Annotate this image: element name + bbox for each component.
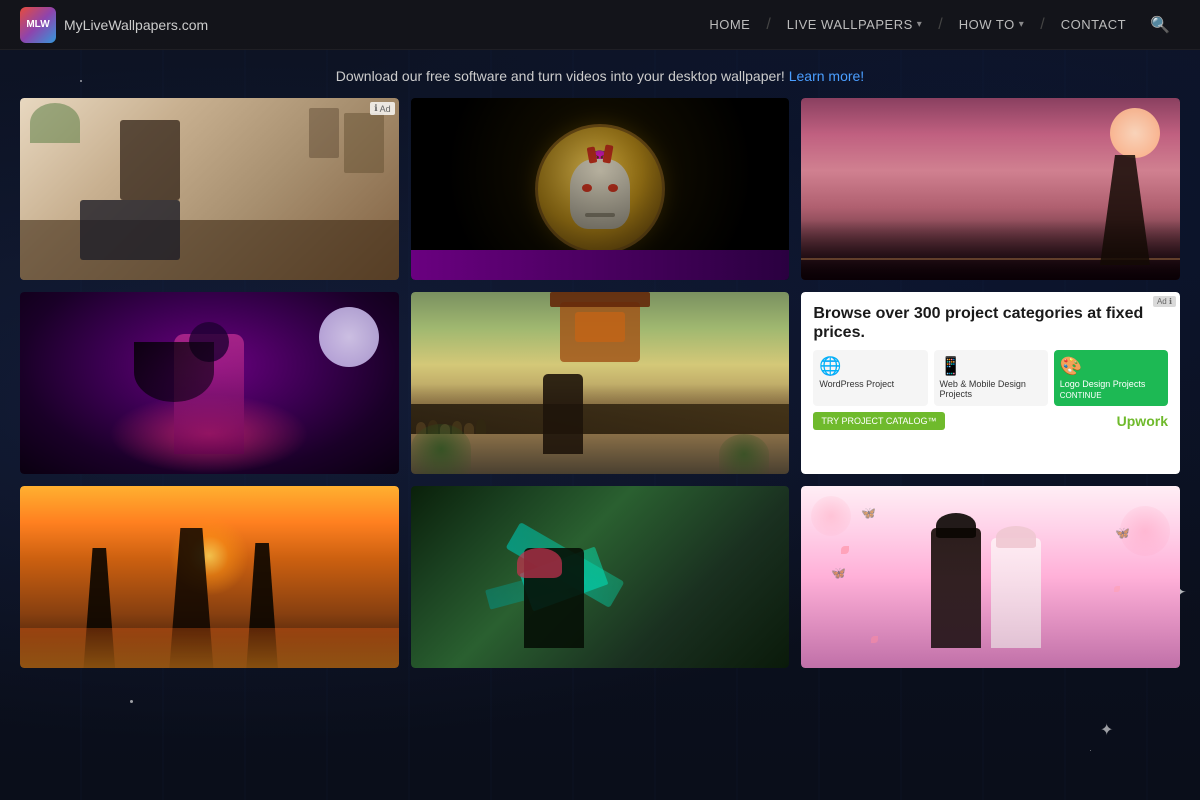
char-2-hair <box>996 526 1036 548</box>
live-wallpapers-dropdown-arrow: ▾ <box>917 19 923 30</box>
howto-dropdown-arrow: ▾ <box>1019 19 1025 30</box>
grid-item-anime-couple[interactable]: 🦋 🦋 🦋 <box>801 486 1180 668</box>
upwork-logo: Upwork <box>1117 413 1168 429</box>
promo-banner: Download our free software and turn vide… <box>0 50 1200 98</box>
sparkle-star-6: ✦ <box>1100 720 1113 740</box>
demon-slayer-group-image <box>20 486 399 668</box>
upwork-card-2-label: Web & Mobile Design Projects <box>940 379 1042 399</box>
nav-item-search: 🔍 <box>1140 15 1180 35</box>
upwork-ad-badge: Ad ℹ <box>1153 296 1176 307</box>
char-1-hair <box>936 513 976 538</box>
crowd-area <box>411 384 790 434</box>
ad-info-icon: ℹ <box>374 103 377 114</box>
grid-item-anime-villain[interactable]: 👿 <box>411 98 790 280</box>
butterfly-1: 🦋 <box>861 506 876 520</box>
brand-logo: MLW <box>20 7 56 43</box>
upwork-bottom: TRY PROJECT CATALOG™ Upwork <box>813 412 1168 430</box>
nav-link-home[interactable]: HOME <box>695 0 764 50</box>
upwork-card-webmobile: 📱 Web & Mobile Design Projects <box>934 350 1048 406</box>
nav-item-live-wallpapers: LIVE WALLPAPERS ▾ <box>773 0 937 50</box>
ad-badge: ℹ Ad <box>370 102 394 115</box>
butterfly-3: 🦋 <box>831 566 846 580</box>
petal-2 <box>1114 586 1120 592</box>
brand-name: MyLiveWallpapers.com <box>64 17 208 33</box>
upwork-card-logo: 🎨 Logo Design Projects CONTINUE <box>1054 350 1168 406</box>
anime-villain-image: 👿 <box>411 98 790 280</box>
warrior-moon <box>319 307 379 367</box>
char-2 <box>991 538 1041 648</box>
learn-more-link[interactable]: Learn more! <box>789 68 864 84</box>
ad-woman-image: ℹ Ad <box>20 98 399 280</box>
upwork-card-3-sub: CONTINUE <box>1060 391 1162 400</box>
ad-overlay: ℹ Ad <box>20 98 399 280</box>
anime-warrior-image <box>20 292 399 474</box>
char-1 <box>931 528 981 648</box>
anime-girl-sky-image <box>801 98 1180 280</box>
nav-menu: HOME / LIVE WALLPAPERS ▾ / HOW TO ▾ / CO… <box>695 0 1180 50</box>
ground-glow <box>20 628 399 668</box>
grid-item-naruto-scene[interactable] <box>411 292 790 474</box>
nav-link-contact[interactable]: CONTACT <box>1047 0 1140 50</box>
upwork-cards: 🌐 WordPress Project 📱 Web & Mobile Desig… <box>813 350 1168 406</box>
nav-separator-1: / <box>764 16 772 34</box>
pink-hair <box>517 548 562 578</box>
brand-link[interactable]: MLW MyLiveWallpapers.com <box>20 7 208 43</box>
logo-text: MLW <box>26 19 49 30</box>
anime-couple-image: 🦋 🦋 🦋 <box>801 486 1180 668</box>
upwork-logo-icon: 🎨 <box>1060 356 1162 377</box>
upwork-web-icon: 📱 <box>940 356 1042 377</box>
dojo-sign <box>575 312 625 342</box>
grid-item-demon-slayer-fight[interactable] <box>411 486 790 668</box>
nav-link-live-wallpapers[interactable]: LIVE WALLPAPERS ▾ <box>773 0 937 50</box>
main-content: ℹ Ad 👿 <box>0 98 1200 668</box>
nav-item-contact: CONTACT <box>1047 0 1140 50</box>
butterfly-2: 🦋 <box>1115 526 1130 540</box>
couple-silhouettes <box>931 518 1051 648</box>
grid-item-anime-girl-sky[interactable] <box>801 98 1180 280</box>
grid-item-upwork-ad[interactable]: Ad ℹ Browse over 300 project categories … <box>801 292 1180 474</box>
grid-item-demon-slayer-group[interactable] <box>20 486 399 668</box>
nav-sep-3: / <box>1038 16 1046 34</box>
navbar: MLW MyLiveWallpapers.com HOME / LIVE WAL… <box>0 0 1200 50</box>
nav-link-howto[interactable]: HOW TO ▾ <box>945 0 1039 50</box>
upwork-card-1-label: WordPress Project <box>819 379 921 389</box>
upwork-title: Browse over 300 project categories at fi… <box>813 304 1168 342</box>
dojo-roof <box>550 292 650 307</box>
naruto-scene-image <box>411 292 790 474</box>
villain-band <box>411 250 790 280</box>
demon-slayer-fight-image <box>411 486 790 668</box>
moon-element <box>1110 108 1160 158</box>
grid-item-ad-woman[interactable]: ℹ Ad <box>20 98 399 280</box>
banner-text: Download our free software and turn vide… <box>336 68 785 84</box>
crowd <box>411 404 790 434</box>
warrior-hair <box>134 342 214 402</box>
nav-separator-2: / <box>936 16 944 34</box>
plant-left <box>411 424 471 474</box>
grid-item-anime-warrior[interactable] <box>20 292 399 474</box>
upwork-card-3-label: Logo Design Projects <box>1060 379 1162 389</box>
nav-sep-1: / <box>764 16 772 34</box>
upwork-card-wordpress: 🌐 WordPress Project <box>813 350 927 406</box>
nav-separator-3: / <box>1038 16 1046 34</box>
wallpaper-grid: ℹ Ad 👿 <box>20 98 1180 668</box>
fighter-silhouette <box>543 374 583 454</box>
plant-right <box>719 434 769 474</box>
upwork-cta-button[interactable]: TRY PROJECT CATALOG™ <box>813 412 944 430</box>
nav-item-home: HOME <box>695 0 764 50</box>
upwork-wordpress-icon: 🌐 <box>819 356 921 377</box>
nav-sep-2: / <box>936 16 944 34</box>
upwork-ad-container: Ad ℹ Browse over 300 project categories … <box>801 292 1180 474</box>
search-icon[interactable]: 🔍 <box>1140 15 1180 35</box>
nav-item-howto: HOW TO ▾ <box>945 0 1039 50</box>
